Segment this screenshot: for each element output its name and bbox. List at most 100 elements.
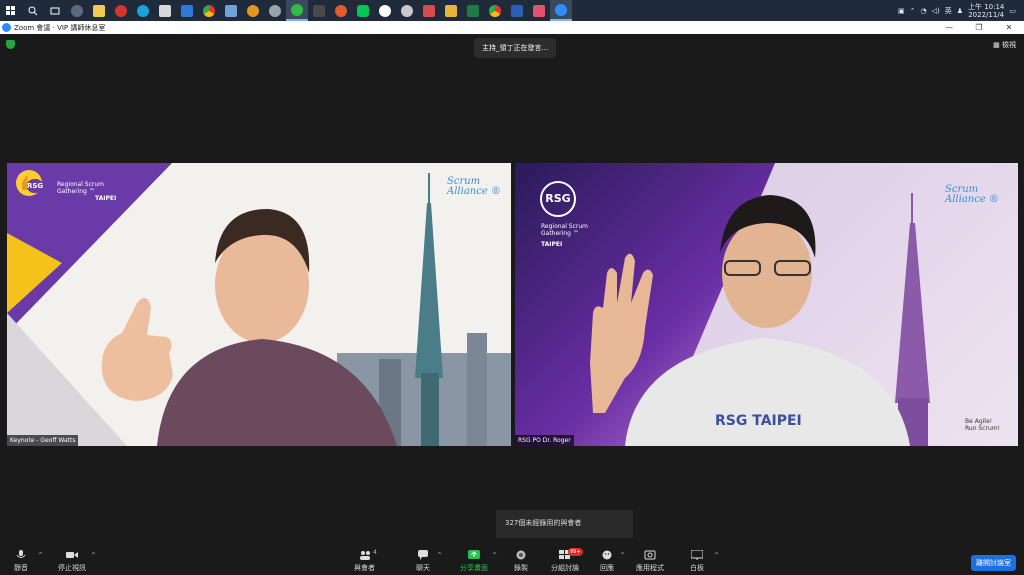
tray-app-icon[interactable]: ▣	[898, 7, 905, 15]
participants-count: 4	[373, 549, 377, 556]
chat-bubble-icon	[418, 550, 428, 560]
line-app-icon[interactable]	[352, 0, 374, 21]
input-method-icon[interactable]: 英	[945, 6, 952, 16]
settings-app-icon[interactable]	[396, 0, 418, 21]
zoom-app-icon[interactable]	[550, 0, 572, 21]
task-view-icon[interactable]	[44, 0, 66, 21]
apps-icon	[644, 550, 656, 560]
scrum-alliance-logo: Scrum Alliance ®	[945, 185, 999, 205]
close-icon[interactable]: ✕	[994, 21, 1024, 34]
wechat-app-icon[interactable]	[286, 0, 308, 21]
whiteboard-label: 白板	[690, 564, 704, 572]
app-red-icon[interactable]	[110, 0, 132, 21]
edge-browser-icon[interactable]	[132, 0, 154, 21]
share-options-chevron-icon[interactable]: ^	[492, 552, 497, 559]
chrome-browser-icon[interactable]	[198, 0, 220, 21]
clock-date: 2022/11/4	[968, 10, 1005, 19]
excel-app-icon[interactable]	[462, 0, 484, 21]
people-icon[interactable]: ♟	[957, 7, 963, 15]
mute-button[interactable]: 靜音	[14, 550, 28, 573]
video-options-chevron-icon[interactable]: ^	[91, 552, 96, 559]
video-tile-roger[interactable]: RSG Regional Scrum Gathering ™ TAIPEI Sc…	[515, 163, 1018, 446]
whiteboard-chevron-icon[interactable]: ^	[714, 552, 719, 559]
minimize-icon[interactable]: —	[934, 21, 964, 34]
volume-icon[interactable]: ◁)	[932, 7, 940, 15]
shirt-print: RSG TAIPEI	[715, 413, 802, 429]
record-icon	[516, 550, 526, 560]
file-explorer-icon[interactable]	[88, 0, 110, 21]
chevron-up-icon[interactable]: ⌃	[910, 7, 916, 15]
zoom-logo-icon	[2, 23, 11, 32]
apps-label: 應用程式	[636, 564, 664, 572]
word-app-icon[interactable]	[506, 0, 528, 21]
stop-video-label: 停止視訊	[58, 564, 86, 572]
windows-start-icon[interactable]	[0, 0, 22, 21]
meeting-toolbar: 靜音 ^ 停止視訊 ^ 與會者 4 聊天 ^ 分享畫面 ^ 錄製 分組討論 99…	[0, 544, 1024, 575]
restore-icon[interactable]: ❐	[964, 21, 994, 34]
system-tray: ▣ ⌃ ◔ ◁) 英 ♟ 上午 10:14 2022/11/4 ▭	[898, 0, 1024, 21]
chrome-alt-icon[interactable]	[484, 0, 506, 21]
rsg-logo: RSG	[540, 181, 576, 217]
video-player-icon[interactable]	[308, 0, 330, 21]
window-controls: — ❐ ✕	[934, 21, 1024, 34]
window-title: Zoom 會議 · VIP 講師休息室	[14, 23, 106, 32]
app-pink-icon[interactable]	[528, 0, 550, 21]
notification-icon[interactable]: ▭	[1009, 7, 1016, 15]
search-icon[interactable]	[22, 0, 44, 21]
rsg-brand-text: Regional Scrum Gathering ™ TAIPEI	[57, 181, 116, 202]
smiley-icon	[602, 550, 612, 560]
chat-label: 聊天	[416, 564, 430, 572]
participants-button[interactable]: 與會者	[354, 550, 375, 573]
whiteboard-button[interactable]: 白板	[690, 550, 704, 573]
chat-options-chevron-icon[interactable]: ^	[437, 552, 442, 559]
app-orange-round-icon[interactable]	[330, 0, 352, 21]
video-camera-icon	[66, 552, 78, 558]
breakout-badge: 99+	[568, 548, 583, 556]
reactions-chevron-icon[interactable]: ^	[620, 552, 625, 559]
record-label: 錄製	[514, 564, 528, 572]
brand-city: TAIPEI	[541, 241, 563, 248]
participants-icon	[359, 551, 370, 560]
clock-time: 上午 10:14	[967, 2, 1005, 11]
stop-video-button[interactable]: 停止視訊	[58, 550, 86, 573]
microphone-icon	[16, 550, 26, 558]
share-screen-button[interactable]: 分享畫面	[460, 550, 488, 573]
app-yellow-icon[interactable]	[440, 0, 462, 21]
mute-label: 靜音	[14, 564, 28, 572]
participant-name-label: Keynote - Geoff Watts	[7, 435, 79, 446]
clock-app-icon[interactable]	[374, 0, 396, 21]
reactions-button[interactable]: 回應	[600, 550, 614, 573]
rsg-logo: RSG	[27, 179, 43, 193]
view-button[interactable]: ▦ 檢視	[993, 40, 1016, 50]
share-screen-icon	[468, 550, 480, 559]
speaking-indicator: 主持_領丁正在發言...	[474, 38, 557, 58]
breakout-rooms-label: 分組討論	[551, 564, 579, 572]
security-shield-icon[interactable]	[6, 40, 15, 49]
mail-app-icon[interactable]	[176, 0, 198, 21]
app-gray-icon[interactable]	[264, 0, 286, 21]
grid-icon: ▦	[993, 41, 1000, 49]
scrum-alliance-logo: Scrum Alliance ®	[447, 177, 501, 197]
record-button[interactable]: 錄製	[514, 550, 528, 573]
apps-button[interactable]: 應用程式	[636, 550, 664, 573]
brand-line-2: Gathering ™	[541, 230, 579, 237]
brand-line-1: Regional Scrum	[541, 223, 589, 230]
rsg-brand-text: Regional Scrum Gathering ™ TAIPEI	[541, 223, 588, 248]
image-app-icon[interactable]	[418, 0, 440, 21]
chat-button[interactable]: 聊天	[416, 550, 430, 573]
window-titlebar: Zoom 會議 · VIP 講師休息室 — ❐ ✕	[0, 21, 1024, 34]
video-tile-keynote[interactable]: RSG Regional Scrum Gathering ™ TAIPEI Sc…	[7, 163, 511, 446]
system-clock[interactable]: 上午 10:14 2022/11/4	[968, 3, 1004, 19]
leave-room-button[interactable]: 離開討論室	[971, 555, 1016, 571]
windows-taskbar: ▣ ⌃ ◔ ◁) 英 ♟ 上午 10:14 2022/11/4 ▭	[0, 0, 1024, 21]
app-orange-icon[interactable]	[242, 0, 264, 21]
app-blue-icon[interactable]	[220, 0, 242, 21]
audio-options-chevron-icon[interactable]: ^	[38, 552, 43, 559]
store-app-icon[interactable]	[154, 0, 176, 21]
participants-label: 與會者	[354, 564, 375, 572]
network-icon[interactable]: ◔	[920, 7, 926, 15]
participant-name-label: RSG PO Dr. Roger	[515, 435, 574, 446]
whiteboard-icon	[691, 550, 703, 560]
background-graphic	[7, 163, 511, 446]
browser-app-icon[interactable]	[66, 0, 88, 21]
